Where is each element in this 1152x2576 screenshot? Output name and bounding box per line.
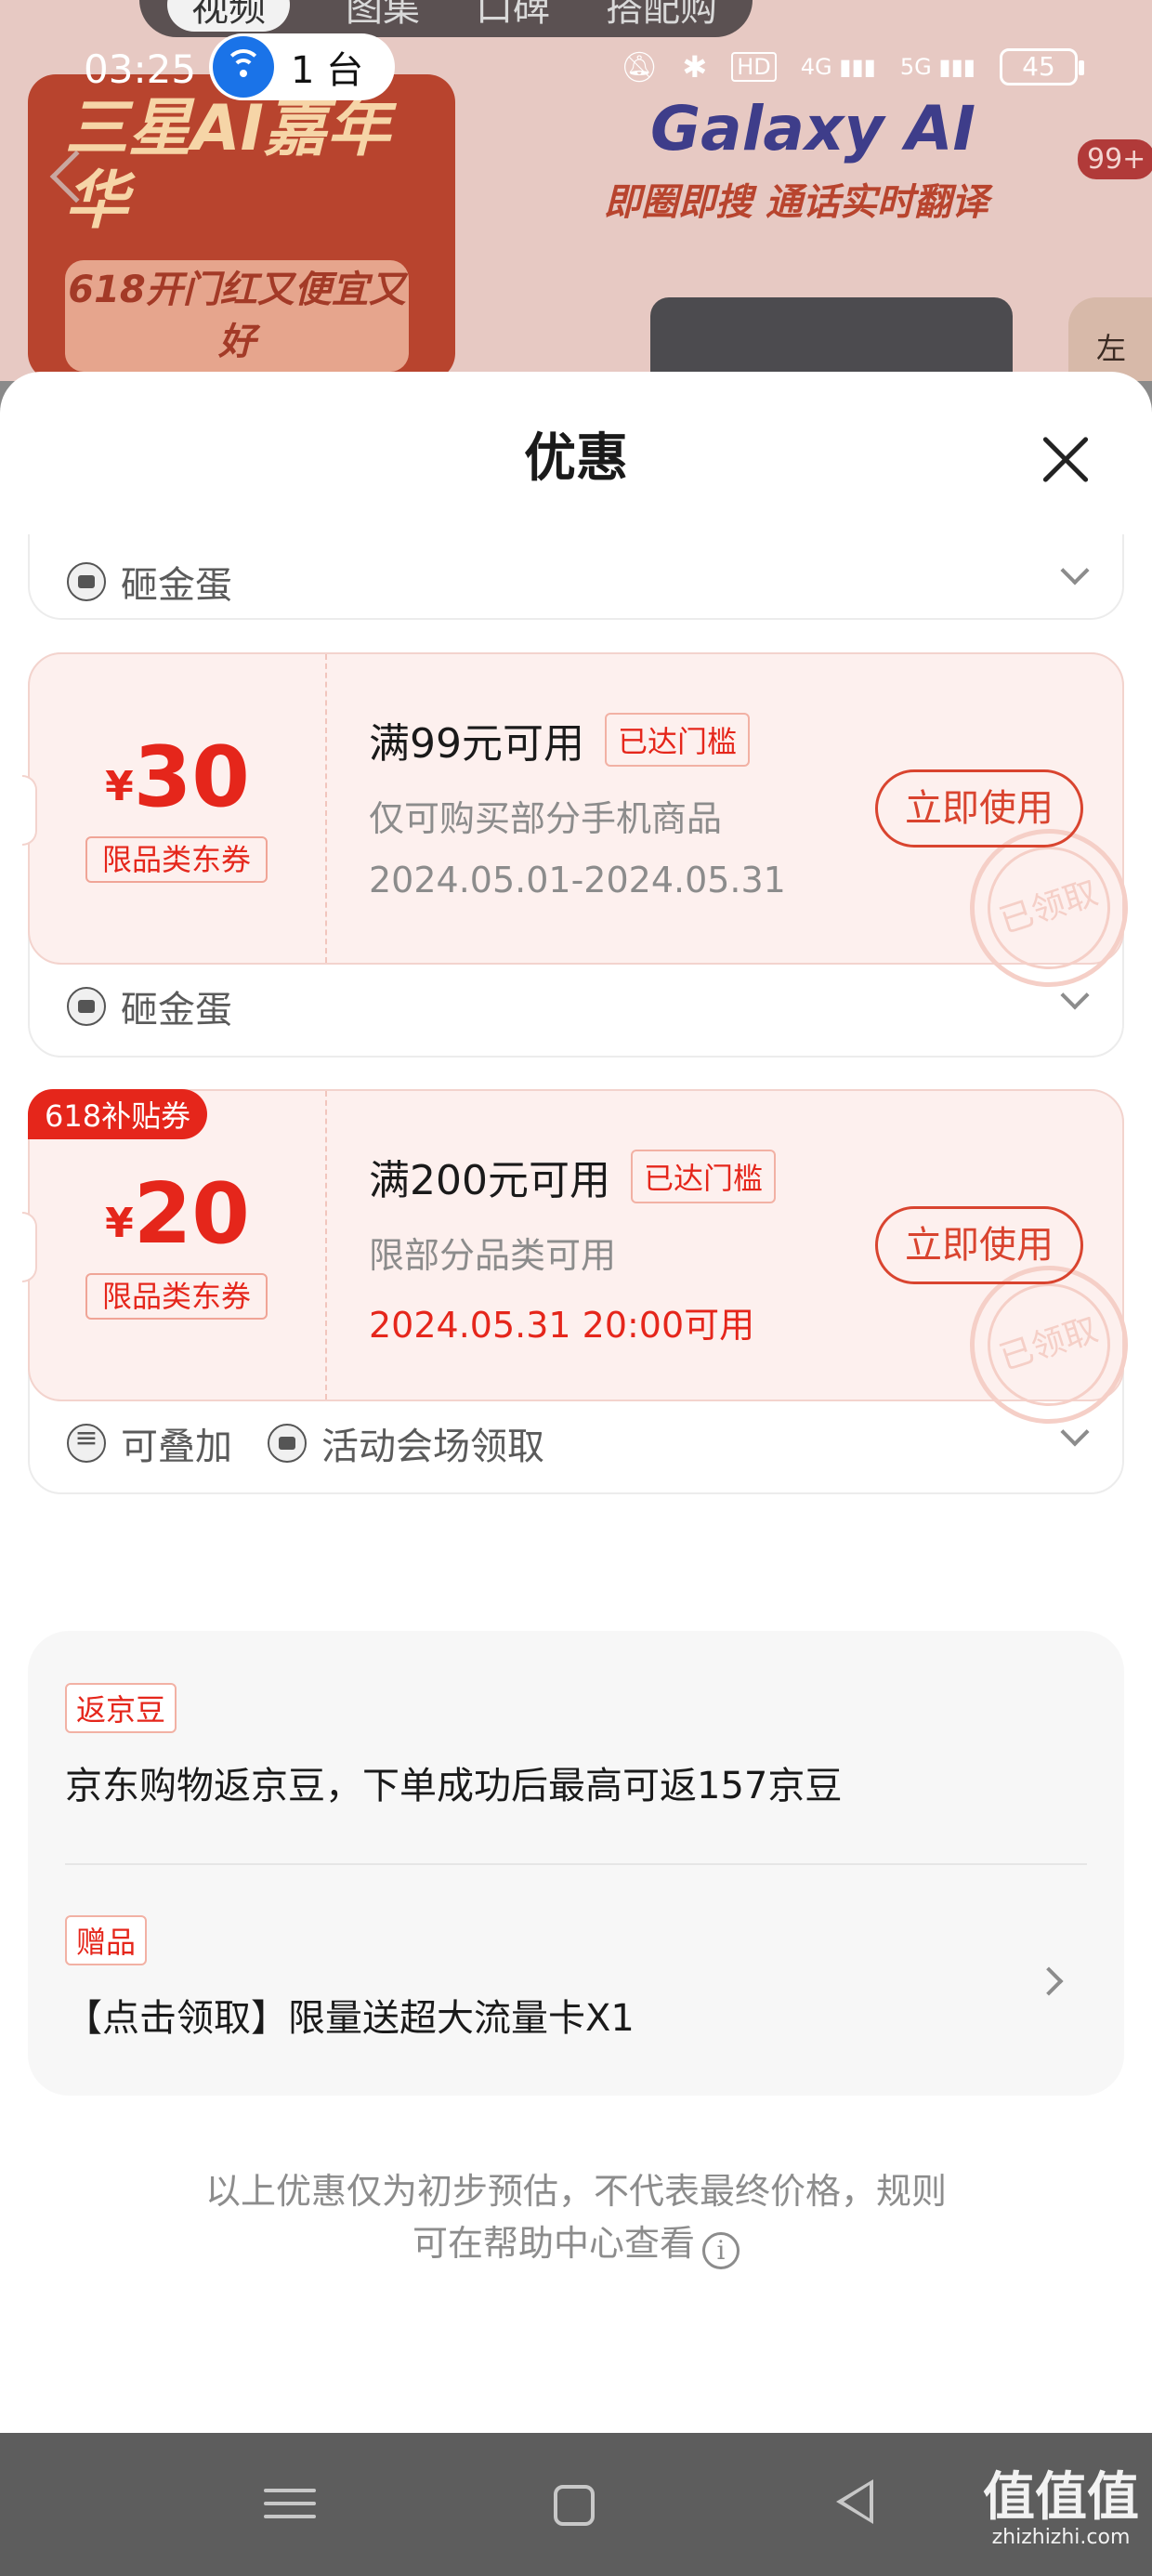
footer-item: 砸金蛋 [67, 979, 232, 1033]
footer-item: 可叠加 [67, 1416, 232, 1470]
coupon-amount: ¥30 [30, 729, 325, 826]
disclaimer-line: 可在帮助中心查看 i [93, 2217, 1059, 2269]
chevron-down-icon[interactable] [1060, 980, 1090, 1010]
coupon-amount: ¥20 [30, 1165, 325, 1263]
coupon-scope: 仅可购买部分手机商品 [369, 798, 723, 839]
disclaimer-line-text: 可在帮助中心查看 [412, 2223, 695, 2264]
coupon-condition: 满99元可用 [369, 720, 584, 768]
gift-link[interactable]: 【点击领取】限量送超大流量卡X1 [65, 1988, 635, 2042]
hotspot-device-count: 1 台 [291, 49, 364, 92]
disclaimer: 以上优惠仅为初步预估，不代表最终价格，规则 可在帮助中心查看 i [93, 2165, 1059, 2269]
amount-value: 20 [133, 1165, 250, 1263]
coupon-period: 2024.05.01-2024.05.31 [369, 860, 786, 900]
card-footer[interactable]: 砸金蛋 [67, 979, 1090, 1033]
card-footer[interactable]: 可叠加 活动会场领取 [67, 1416, 1090, 1470]
hotspot-indicator[interactable]: 1 台 [209, 33, 395, 100]
jingdou-tag: 返京豆 [65, 1683, 177, 1733]
ticket-icon [67, 562, 106, 601]
chevron-down-icon[interactable] [1060, 1417, 1090, 1447]
coupon: ¥30 限品类东券 满99元可用 已达门槛 仅可购买部分手机商品 2024.05… [22, 652, 1149, 1008]
disclaimer-line: 以上优惠仅为初步预估，不代表最终价格，规则 [204, 2171, 947, 2212]
background-tab: 搭配购 [606, 0, 717, 30]
use-now-button[interactable]: 立即使用 [875, 1206, 1083, 1284]
subsidy-badge: 618补贴券 [28, 1089, 208, 1139]
currency-symbol: ¥ [105, 1200, 134, 1247]
mute-icon: 🔕︎ [620, 49, 659, 85]
watermark-logo: 值值值 [983, 2467, 1139, 2528]
coupon: ¥20 限品类东券 满200元可用 已达门槛 限部分品类可用 2024.05.3… [22, 1089, 1149, 1445]
chevron-down-icon[interactable] [1060, 556, 1090, 585]
footer-label: 活动会场领取 [321, 1426, 544, 1468]
footer-label: 可叠加 [121, 1426, 232, 1468]
message-count-badge: 99+ [1078, 139, 1152, 179]
background-tab: 视频 [167, 0, 290, 32]
promo-banner-subtitle: 618开门红又便宜又好 [65, 260, 409, 372]
info-icon[interactable]: i [702, 2232, 740, 2269]
coupon-value-section: ¥30 限品类东券 [30, 654, 327, 963]
side-tab: 左 [1068, 297, 1152, 381]
status-icons: 🔕︎ ✱ HD 4G ▮▮▮ 5G ▮▮▮ 45 [620, 48, 1084, 85]
amount-value: 30 [133, 729, 250, 826]
watermark: 值值值 zhizhizhi.com [983, 2470, 1139, 2550]
threshold-met-tag: 已达门槛 [605, 713, 751, 767]
divider [65, 1863, 1087, 1865]
stackable-icon [67, 1422, 106, 1463]
coupon-type-tag: 限品类东券 [85, 836, 268, 883]
product-image [650, 297, 1013, 381]
footer-label: 砸金蛋 [121, 564, 232, 607]
galaxy-ai-tagline: 即圈即搜 通话实时翻译 [604, 181, 988, 224]
menu-icon[interactable] [264, 2479, 316, 2531]
coupon-card-partial: 砸金蛋 [28, 534, 1124, 620]
use-now-button[interactable]: 立即使用 [875, 769, 1083, 848]
condition-row: 满99元可用 已达门槛 [369, 710, 786, 769]
coupon-details: 满200元可用 已达门槛 限部分品类可用 2024.05.31 20:00可用 [369, 1147, 776, 1347]
offers-sheet: 优惠 砸金蛋 ¥30 限品类东券 满99元可用 已达门槛 仅可购买部分手机商品 … [0, 372, 1152, 2433]
close-button[interactable] [1033, 427, 1098, 493]
card-footer[interactable]: 砸金蛋 [67, 555, 1090, 609]
jingdou-text: 京东购物返京豆，下单成功后最高可返157京豆 [65, 1765, 843, 1807]
coupon-condition: 满200元可用 [369, 1157, 610, 1204]
ticket-icon [67, 987, 106, 1026]
battery-icon: 45 [1000, 48, 1084, 85]
currency-symbol: ¥ [105, 763, 134, 810]
back-icon[interactable] [836, 2479, 873, 2524]
coupon-period: 2024.05.31 20:00可用 [369, 1305, 755, 1346]
footer-label: 砸金蛋 [121, 989, 232, 1032]
sheet-title: 优惠 [524, 428, 628, 489]
bluetooth-icon: ✱ [682, 49, 708, 85]
home-icon[interactable] [554, 2485, 595, 2526]
hd-icon: HD [731, 52, 777, 82]
coupon-details: 满99元可用 已达门槛 仅可购买部分手机商品 2024.05.01-2024.0… [369, 710, 786, 900]
coupon-card: ¥30 限品类东券 满99元可用 已达门槛 仅可购买部分手机商品 2024.05… [22, 652, 1149, 1058]
promo-banner-title: 三星AI嘉年华 [65, 92, 390, 238]
system-nav-bar: 值值值 zhizhizhi.com [0, 2433, 1152, 2576]
hotspot-icon [213, 36, 274, 98]
threshold-met-tag: 已达门槛 [630, 1150, 776, 1203]
condition-row: 满200元可用 已达门槛 [369, 1147, 776, 1206]
coupon-type-tag: 限品类东券 [85, 1273, 268, 1320]
watermark-domain: zhizhizhi.com [991, 2526, 1131, 2549]
coupon-scope: 限部分品类可用 [369, 1235, 617, 1276]
background-tab: 口碑 [476, 0, 550, 30]
footer-item: 砸金蛋 [67, 555, 232, 609]
info-panel: 返京豆 京东购物返京豆，下单成功后最高可返157京豆 赠品 【点击领取】限量送超… [28, 1631, 1124, 2096]
ticket-icon [268, 1424, 307, 1463]
chevron-right-icon[interactable] [1034, 1966, 1064, 1996]
signal-5g-icon: 5G ▮▮▮ [899, 54, 975, 80]
status-time: 03:25 [84, 46, 197, 92]
sheet-header: 优惠 [0, 372, 1152, 534]
status-bar: 03:25 1 台 🔕︎ ✱ HD 4G ▮▮▮ 5G ▮▮▮ 45 [0, 28, 1152, 112]
coupon-card: ¥20 限品类东券 满200元可用 已达门槛 限部分品类可用 2024.05.3… [22, 1089, 1149, 1494]
signal-4g-icon: 4G ▮▮▮ [800, 54, 876, 80]
footer-item: 活动会场领取 [268, 1416, 544, 1470]
background-tab: 图集 [346, 0, 420, 30]
gift-tag: 赠品 [65, 1915, 148, 1965]
